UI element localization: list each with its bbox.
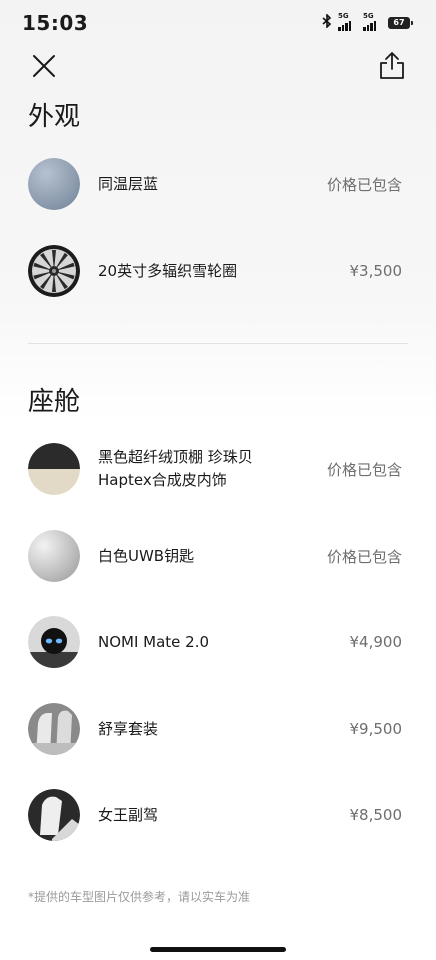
list-item-wheel[interactable]: 20英寸多辐织雪轮圈 ¥3,500 bbox=[28, 244, 402, 298]
list-item-nomi[interactable]: NOMI Mate 2.0 ¥4,900 bbox=[28, 615, 402, 669]
item-name: 黑色超纤绒顶棚 珍珠贝 Haptex合成皮内饰 bbox=[98, 446, 327, 492]
item-price: ¥8,500 bbox=[349, 806, 403, 824]
section-divider bbox=[28, 343, 408, 344]
list-item-key[interactable]: 白色UWB钥匙 价格已包含 bbox=[28, 529, 402, 583]
item-name: 同温层蓝 bbox=[98, 174, 159, 193]
home-indicator[interactable] bbox=[150, 947, 286, 952]
item-price: ¥9,500 bbox=[349, 720, 403, 738]
interior-swatch bbox=[28, 443, 80, 495]
item-name: 20英寸多辐织雪轮圈 bbox=[98, 261, 238, 280]
item-name: 白色UWB钥匙 bbox=[98, 546, 195, 565]
status-time: 15:03 bbox=[22, 11, 89, 35]
share-button[interactable] bbox=[378, 50, 406, 80]
disclaimer-footnote: *提供的车型图片仅供参考，请以实车为准 bbox=[28, 890, 251, 904]
seat-image bbox=[28, 703, 80, 755]
bluetooth-icon bbox=[322, 13, 332, 31]
item-name: NOMI Mate 2.0 bbox=[98, 632, 210, 651]
nomi-image bbox=[28, 616, 80, 668]
list-item-queen-seat[interactable]: 女王副驾 ¥8,500 bbox=[28, 788, 402, 842]
share-icon bbox=[380, 52, 404, 79]
item-price: ¥3,500 bbox=[349, 262, 403, 280]
item-price: 价格已包含 bbox=[326, 547, 402, 566]
item-price: 价格已包含 bbox=[326, 460, 402, 479]
paint-swatch-blue bbox=[28, 158, 80, 210]
queen-seat-image bbox=[28, 789, 80, 841]
status-icons: 5G 5G 67 bbox=[322, 12, 413, 31]
section-title-cabin: 座舱 bbox=[28, 387, 81, 417]
signal-icon-sim2: 5G bbox=[363, 12, 376, 31]
section-title-exterior: 外观 bbox=[28, 102, 81, 132]
battery-icon: 67 bbox=[388, 16, 413, 29]
item-price: ¥4,900 bbox=[349, 633, 403, 651]
wheel-image bbox=[28, 245, 80, 297]
item-price: 价格已包含 bbox=[326, 175, 402, 194]
key-swatch-white bbox=[28, 530, 80, 582]
list-item-paint[interactable]: 同温层蓝 价格已包含 bbox=[28, 157, 402, 211]
list-item-comfort-package[interactable]: 舒享套装 ¥9,500 bbox=[28, 702, 402, 756]
close-button[interactable] bbox=[30, 52, 58, 80]
list-item-interior[interactable]: 黑色超纤绒顶棚 珍珠贝 Haptex合成皮内饰 价格已包含 bbox=[28, 442, 402, 496]
close-icon bbox=[33, 55, 55, 77]
status-bar: 15:03 5G 5G 67 bbox=[0, 0, 436, 48]
signal-icon-sim1: 5G bbox=[338, 12, 351, 31]
item-name-line1: 黑色超纤绒顶棚 珍珠贝 bbox=[98, 448, 253, 466]
item-name: 舒享套装 bbox=[98, 719, 159, 738]
item-name: 女王副驾 bbox=[98, 805, 159, 824]
item-name-line2: Haptex合成皮内饰 bbox=[98, 471, 227, 489]
